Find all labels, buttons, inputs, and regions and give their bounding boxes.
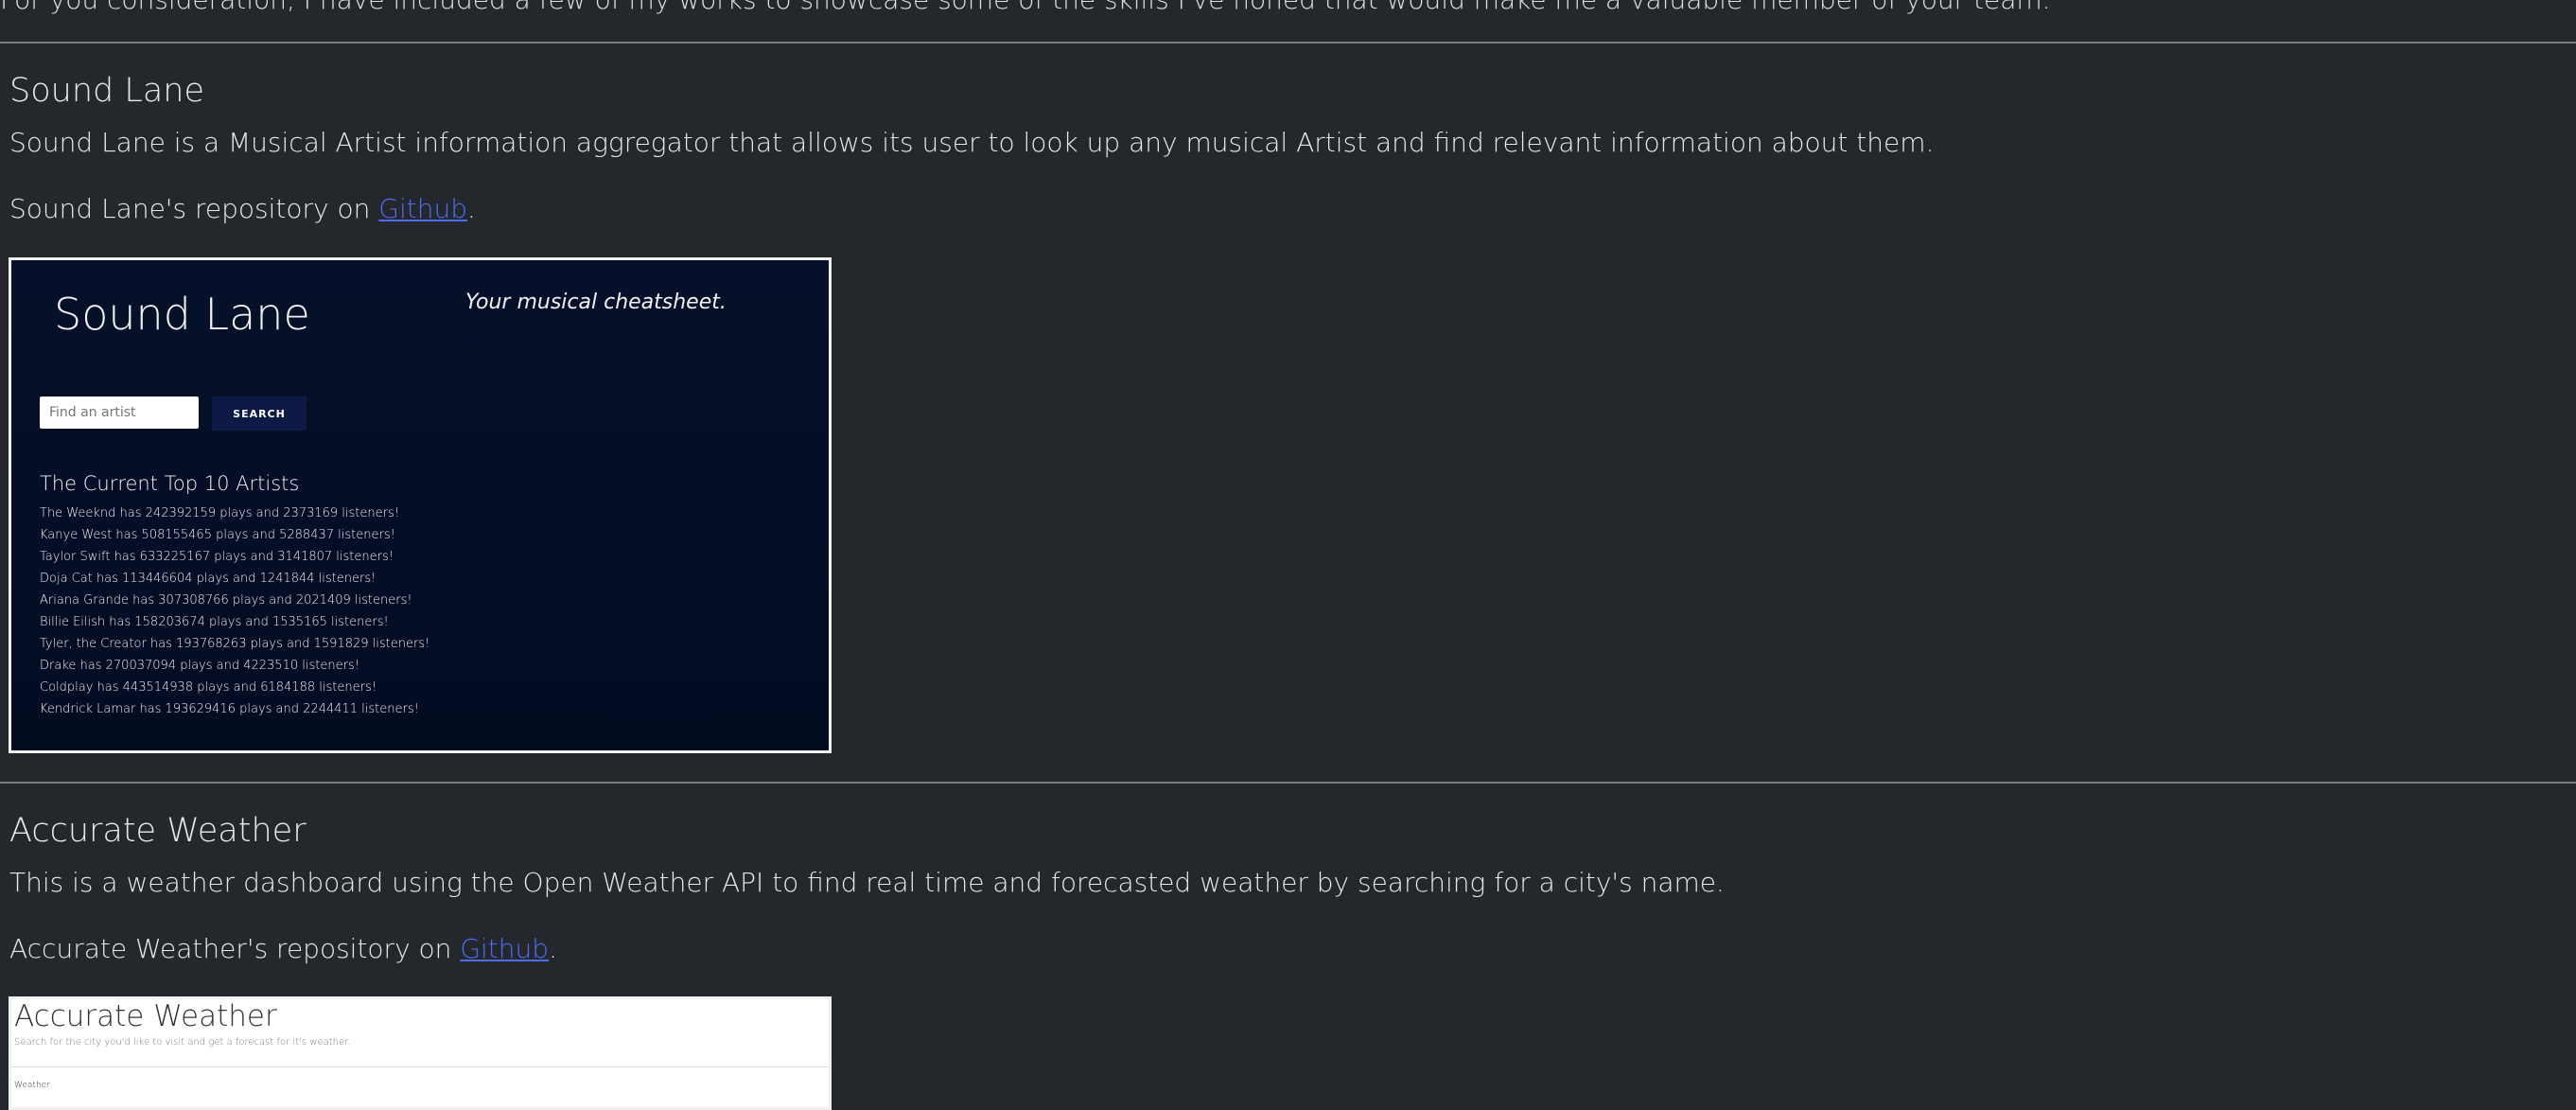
list-item: The Weeknd has 242392159 plays and 23731… <box>40 506 399 520</box>
list-item: Doja Cat has 113446604 plays and 1241844… <box>40 572 377 586</box>
top-artists-list: The Weeknd has 242392159 plays and 23731… <box>40 502 429 720</box>
project-accurate-weather: Accurate Weather This is a weather dashb… <box>9 812 1725 964</box>
repo-suffix: . <box>466 193 476 224</box>
preview-subtitle: Search for the city you'd like to visit … <box>14 1037 351 1048</box>
intro-text: For you consideration, I have included a… <box>0 0 2051 13</box>
github-link[interactable]: Github <box>460 933 549 964</box>
accurate-weather-screenshot: Accurate Weather Search for the city you… <box>9 996 832 1110</box>
preview-app-title: Sound Lane <box>54 289 310 340</box>
project-title: Sound Lane <box>9 72 205 110</box>
list-item: Taylor Swift has 633225167 plays and 314… <box>40 550 394 564</box>
artist-search-input[interactable] <box>40 396 199 429</box>
project-description: This is a weather dashboard using the Op… <box>9 867 1725 898</box>
preview-divider <box>11 1066 829 1067</box>
list-item: Ariana Grande has 307308766 plays and 20… <box>40 593 412 608</box>
preview-tagline: Your musical cheatsheet. <box>465 291 727 314</box>
weather-label: Weather <box>14 1081 50 1090</box>
top-artists-heading: The Current Top 10 Artists <box>40 472 300 495</box>
project-description: Sound Lane is a Musical Artist informati… <box>9 127 1935 158</box>
list-item: Coldplay has 443514938 plays and 6184188… <box>40 680 377 695</box>
list-item: Billie Eilish has 158203674 plays and 15… <box>40 615 389 629</box>
search-button[interactable]: SEARCH <box>212 396 307 431</box>
project-sound-lane: Sound Lane Sound Lane is a Musical Artis… <box>9 72 1934 224</box>
list-item: Kendrick Lamar has 193629416 plays and 2… <box>40 702 419 716</box>
list-item: Kanye West has 508155465 plays and 52884… <box>40 528 395 542</box>
repo-prefix: Accurate Weather's repository on <box>9 933 461 964</box>
repo-line: Accurate Weather's repository on Github. <box>9 934 1725 964</box>
repo-suffix: . <box>549 933 557 964</box>
github-link[interactable]: Github <box>378 193 467 224</box>
project-title: Accurate Weather <box>9 812 307 850</box>
divider <box>0 42 2576 44</box>
sound-lane-screenshot: Sound Lane Your musical cheatsheet. SEAR… <box>9 257 832 753</box>
list-item: Tyler, the Creator has 193768263 plays a… <box>40 637 430 651</box>
list-item: Drake has 270037094 plays and 4223510 li… <box>40 659 359 673</box>
divider <box>0 782 2576 784</box>
preview-app-title: Accurate Weather <box>14 999 277 1033</box>
repo-prefix: Sound Lane's repository on <box>9 193 379 224</box>
repo-line: Sound Lane's repository on Github. <box>9 194 1934 224</box>
